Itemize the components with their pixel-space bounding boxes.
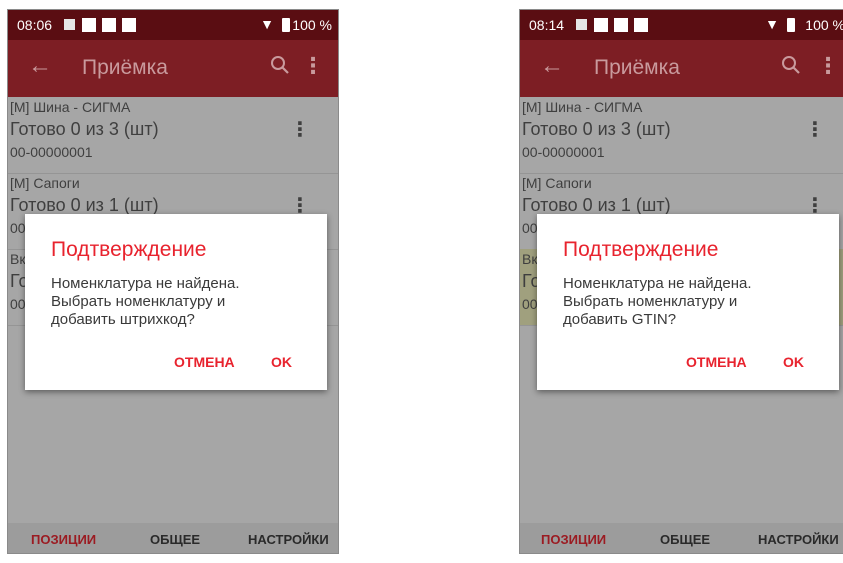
dialog-message: Номенклатура не найдена. Выбрать номенкл… — [563, 275, 752, 328]
item-name: [М] Сапоги — [10, 175, 80, 191]
item-name: [М] Шина - СИГМА — [522, 99, 643, 115]
app-bar: ← Приёмка ⋮ — [520, 40, 843, 97]
more-vert-icon[interactable]: ⋮ — [817, 53, 839, 79]
arrow-left-icon[interactable]: ← — [28, 52, 52, 80]
dialog-message: Номенклатура не найдена. Выбрать номенкл… — [51, 275, 240, 328]
phone-screen-1: 08:06 ▼ 100 % ← Приёмка ⋮ [М] Шина - СИГ… — [8, 10, 338, 553]
status-time: 08:14 — [529, 17, 565, 33]
image-notification-icon — [64, 19, 75, 30]
status-bar: 08:14 ▼ 100 % — [520, 10, 843, 40]
dialog-title: Подтверждение — [51, 238, 207, 261]
item-code: 00-00000001 — [10, 144, 93, 160]
item-name: [М] Шина - СИГМА — [10, 99, 131, 115]
tab-positions[interactable]: ПОЗИЦИИ — [31, 532, 96, 547]
status-bar: 08:06 ▼ 100 % — [8, 10, 338, 40]
notification-icon — [614, 18, 628, 32]
page-title: Приёмка — [82, 56, 168, 79]
notification-icon — [634, 18, 648, 32]
arrow-left-icon[interactable]: ← — [540, 52, 564, 80]
item-code: 00 — [522, 296, 538, 312]
search-icon[interactable] — [270, 54, 290, 76]
tab-settings[interactable]: НАСТРОЙКИ — [758, 532, 839, 547]
app-bar: ← Приёмка ⋮ — [8, 40, 338, 97]
wifi-icon: ▼ — [260, 16, 274, 32]
item-code: 00 — [10, 220, 26, 236]
item-code: 00 — [522, 220, 538, 236]
item-more-icon[interactable]: ⋮ — [290, 117, 310, 142]
confirmation-dialog: Подтверждение Номенклатура не найдена. В… — [537, 214, 839, 390]
notification-icon — [102, 18, 116, 32]
tab-general[interactable]: ОБЩЕЕ — [150, 532, 200, 547]
item-code: 00 — [10, 296, 26, 312]
search-icon[interactable] — [781, 54, 801, 76]
battery-icon — [787, 18, 795, 32]
item-status: Готово 0 из 1 (шт) — [10, 195, 159, 215]
notification-icon — [82, 18, 96, 32]
tab-positions[interactable]: ПОЗИЦИИ — [541, 532, 606, 547]
cancel-button[interactable]: ОТМЕНА — [174, 354, 235, 370]
image-notification-icon — [576, 19, 587, 30]
item-status: Готово 0 из 3 (шт) — [522, 119, 671, 139]
dialog-title: Подтверждение — [563, 238, 719, 261]
cancel-button[interactable]: ОТМЕНА — [686, 354, 747, 370]
tab-settings[interactable]: НАСТРОЙКИ — [248, 532, 329, 547]
item-status: Готово 0 из 1 (шт) — [522, 195, 671, 215]
item-name: Вк — [10, 251, 26, 267]
ok-button[interactable]: OK — [271, 354, 292, 370]
notification-icon — [594, 18, 608, 32]
confirmation-dialog: Подтверждение Номенклатура не найдена. В… — [25, 214, 327, 390]
battery-percent: 100 % — [805, 17, 843, 33]
wifi-icon: ▼ — [765, 16, 779, 32]
item-more-icon[interactable]: ⋮ — [805, 117, 825, 142]
page-title: Приёмка — [594, 56, 680, 79]
battery-icon — [282, 18, 290, 32]
more-vert-icon[interactable]: ⋮ — [302, 53, 324, 79]
list-item[interactable]: [М] Шина - СИГМА Готово 0 из 3 (шт) 00-0… — [8, 97, 338, 174]
item-name: Вк — [522, 251, 538, 267]
tab-general[interactable]: ОБЩЕЕ — [660, 532, 710, 547]
item-code: 00-00000001 — [522, 144, 605, 160]
battery-percent: 100 % — [292, 17, 332, 33]
list-item[interactable]: [М] Шина - СИГМА Готово 0 из 3 (шт) 00-0… — [520, 97, 843, 174]
item-name: [М] Сапоги — [522, 175, 592, 191]
notification-icon — [122, 18, 136, 32]
status-time: 08:06 — [17, 17, 53, 33]
bottom-tabs: ПОЗИЦИИ ОБЩЕЕ НАСТРОЙКИ — [520, 523, 843, 553]
ok-button[interactable]: OK — [783, 354, 804, 370]
item-status: Готово 0 из 3 (шт) — [10, 119, 159, 139]
phone-screen-2: 08:14 ▼ 100 % ← Приёмка ⋮ [М] Шина - СИГ… — [520, 10, 843, 553]
bottom-tabs: ПОЗИЦИИ ОБЩЕЕ НАСТРОЙКИ — [8, 523, 338, 553]
